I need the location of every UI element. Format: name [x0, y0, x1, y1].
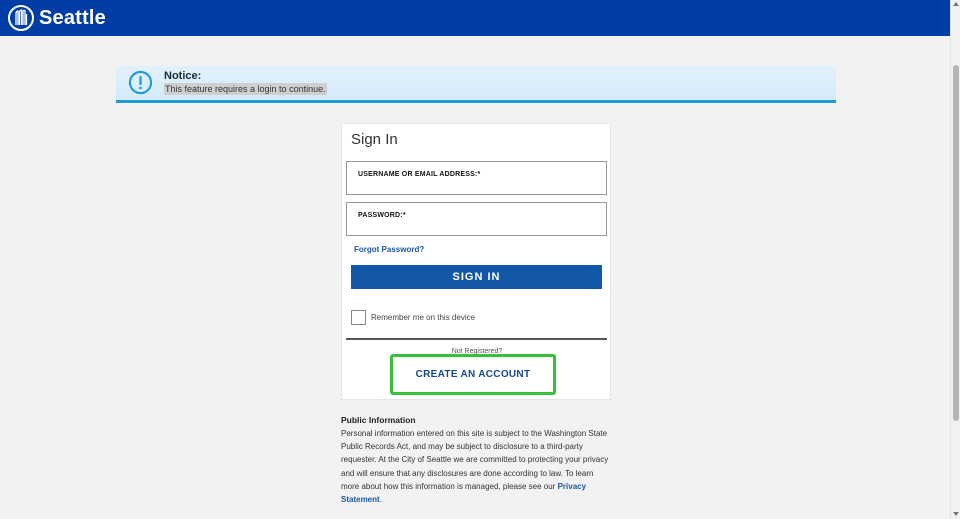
- scroll-down-arrow-icon[interactable]: [953, 512, 959, 516]
- notice-banner: Notice: This feature requires a login to…: [116, 66, 836, 103]
- forgot-password-link[interactable]: Forgot Password?: [354, 245, 424, 254]
- username-label: USERNAME OR EMAIL ADDRESS:*: [358, 171, 481, 178]
- public-information-section: Public Information Personal information …: [341, 414, 613, 506]
- remember-me-checkbox[interactable]: [351, 310, 366, 325]
- create-account-button[interactable]: CREATE AN ACCOUNT: [390, 354, 556, 395]
- site-header: Seattle: [0, 0, 950, 36]
- divider: [346, 338, 607, 340]
- password-field[interactable]: PASSWORD:*: [346, 202, 607, 236]
- logo-text: Seattle: [39, 6, 106, 29]
- info-circle-icon: [128, 70, 153, 95]
- notice-title: Notice:: [164, 70, 202, 82]
- notice-message: This feature requires a login to continu…: [164, 83, 327, 95]
- scrollbar-thumb[interactable]: [953, 65, 959, 421]
- remember-me-label[interactable]: Remember me on this device: [371, 313, 475, 322]
- sign-in-heading: Sign In: [351, 131, 398, 148]
- scroll-up-arrow-icon[interactable]: [953, 2, 959, 6]
- username-field[interactable]: USERNAME OR EMAIL ADDRESS:*: [346, 161, 607, 195]
- seattle-logo-link[interactable]: Seattle: [8, 5, 106, 31]
- password-label: PASSWORD:*: [358, 212, 406, 219]
- sign-in-card: Sign In USERNAME OR EMAIL ADDRESS:* PASS…: [341, 123, 611, 400]
- public-information-heading: Public Information: [341, 415, 416, 425]
- public-information-period: .: [379, 495, 382, 505]
- public-information-text: Personal information entered on this sit…: [341, 427, 613, 506]
- remember-me-row: Remember me on this device: [351, 310, 475, 325]
- page-scrollbar[interactable]: [950, 0, 960, 519]
- sign-in-button[interactable]: SIGN IN: [351, 265, 602, 289]
- seattle-seal-icon: [8, 5, 34, 31]
